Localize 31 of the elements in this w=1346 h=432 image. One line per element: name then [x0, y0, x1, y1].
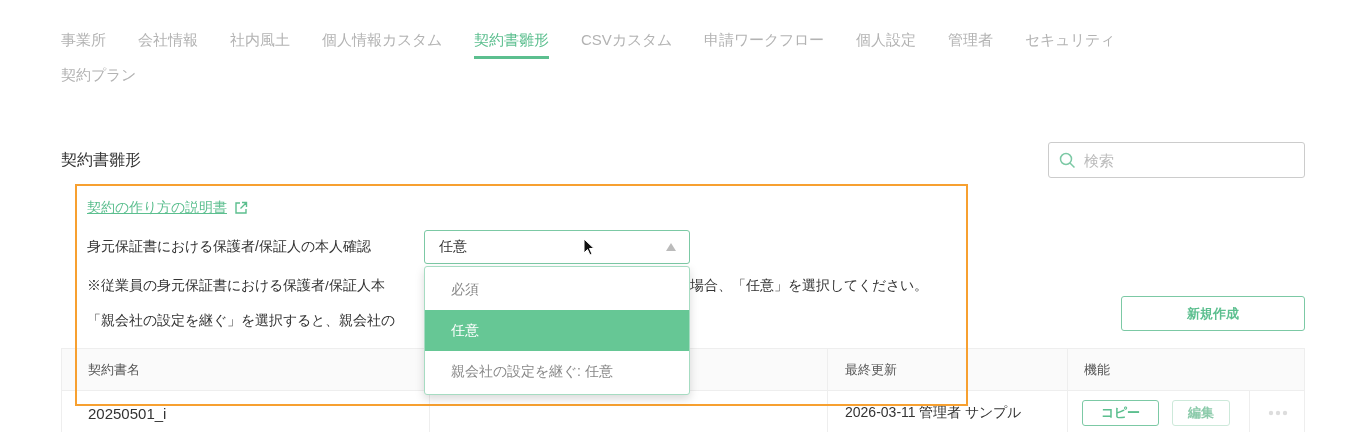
more-icon[interactable]: [1267, 410, 1288, 416]
table-cell: 2026-03-11 管理者 サンプル: [828, 391, 1068, 432]
column-header: 機能: [1083, 360, 1111, 379]
tab[interactable]: 個人情報カスタム: [322, 30, 442, 59]
tab[interactable]: 契約書雛形: [474, 30, 549, 59]
tab[interactable]: 契約プラン: [61, 65, 136, 94]
select-field[interactable]: 任意: [424, 230, 690, 264]
tab[interactable]: 会社情報: [138, 30, 198, 59]
tab[interactable]: 管理者: [947, 30, 993, 59]
note-text: ※従業員の身元保証書における保護者/保証人本: [87, 277, 385, 295]
tab[interactable]: セキュリティ: [1024, 30, 1115, 59]
note-text: 「親会社の設定を継ぐ」を選択すると、親会社の: [87, 312, 395, 330]
column-header: 最終更新: [828, 349, 1068, 390]
dropdown-option[interactable]: 任意: [425, 310, 689, 351]
new-button[interactable]: 新規作成: [1121, 296, 1305, 331]
caret-icon: [665, 242, 677, 252]
setting-label: 身元保証書における保護者/保証人の本人確認: [87, 238, 372, 256]
search-icon: [1059, 152, 1076, 169]
tab[interactable]: 事業所: [61, 30, 106, 59]
help-link[interactable]: 契約の作り方の説明書: [87, 199, 227, 217]
search-field[interactable]: 検索: [1048, 142, 1305, 178]
cursor-icon: [583, 238, 595, 256]
tab[interactable]: 申請ワークフロー: [703, 30, 824, 59]
page-title: 契約書雛形: [61, 149, 141, 170]
external-link-icon: [234, 201, 248, 215]
tab[interactable]: CSVカスタム: [581, 30, 672, 59]
note-text: 場合、「任意」を選択してください。: [690, 277, 928, 295]
dropdown-option[interactable]: 必須: [425, 269, 689, 310]
tab[interactable]: 社内風土: [230, 30, 290, 59]
action-button[interactable]: コピー: [1082, 400, 1159, 426]
tab[interactable]: 個人設定: [855, 30, 916, 59]
